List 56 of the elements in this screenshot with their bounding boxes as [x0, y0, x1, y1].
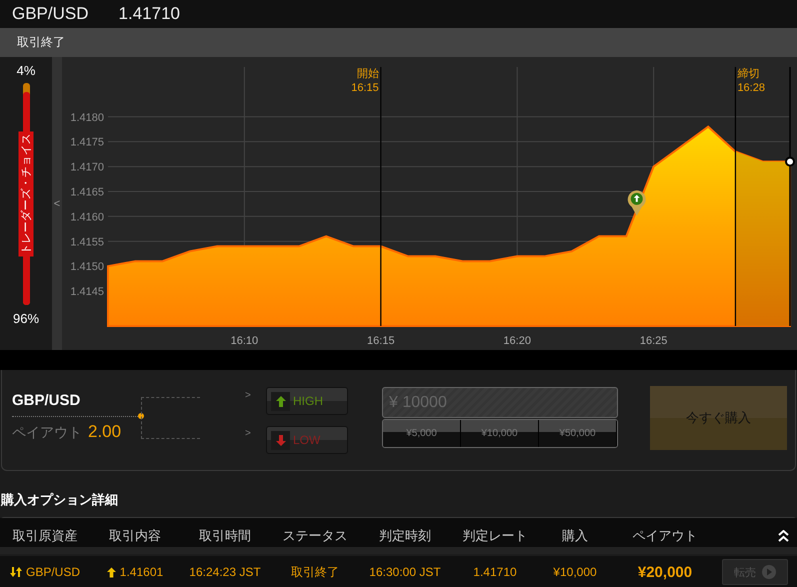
y-tick-label: 1.4170: [70, 162, 104, 174]
column-header: 取引時間: [199, 527, 251, 545]
column-header: 取引内容: [109, 527, 161, 545]
payout-value: 2.00: [88, 422, 122, 442]
play-icon: [762, 565, 776, 579]
section-title: 購入オプション詳細: [0, 491, 119, 509]
y-tick-label: 1.4150: [70, 261, 104, 274]
x-tick-label: 16:25: [640, 335, 668, 347]
table-cell: 1.41710: [473, 565, 517, 579]
collapse-icon[interactable]: [778, 530, 789, 542]
chevron: >: [245, 390, 251, 401]
entry-marker-icon: [628, 190, 646, 216]
y-tick-label: 1.4145: [70, 286, 104, 298]
table-cell: 1.41601: [120, 565, 164, 579]
swap-arrows-icon: [10, 567, 22, 577]
chevron: >: [245, 428, 251, 439]
y-tick-label: 1.4165: [70, 186, 104, 198]
current-price: 1.41710: [118, 4, 180, 24]
y-tick-label: 1.4175: [70, 136, 104, 149]
column-header: ステータス: [282, 527, 348, 545]
down-arrow-icon: [276, 434, 286, 446]
high-button[interactable]: HIGH: [266, 387, 348, 415]
column-header: 取引原資産: [12, 527, 78, 545]
column-header: 判定レート: [462, 527, 528, 545]
payout-label: ペイアウト: [12, 424, 82, 442]
table-cell: ¥20,000: [638, 564, 692, 580]
x-tick-label: 16:20: [503, 335, 531, 347]
preset-amount-button[interactable]: ¥50,000: [539, 420, 617, 447]
up-arrow-icon: [276, 396, 286, 406]
table-cell: ¥10,000: [553, 565, 597, 579]
x-tick-label: 16:15: [367, 335, 395, 347]
column-header: 購入: [562, 527, 588, 545]
start-time: 16:15: [351, 82, 379, 94]
table-cell: 16:30:00 JST: [369, 565, 441, 579]
preset-amount-button[interactable]: ¥10,000: [461, 420, 539, 447]
collapse-handle[interactable]: <: [52, 57, 62, 350]
status-text: 取引終了: [17, 34, 65, 51]
y-tick-label: 1.4160: [70, 211, 104, 224]
bracket-line: [141, 397, 200, 439]
start-label: 開始: [356, 68, 379, 80]
x-tick-label: 16:10: [230, 335, 258, 347]
preset-amount-button[interactable]: ¥5,000: [383, 420, 461, 447]
deadline-time: 16:28: [737, 82, 765, 94]
y-tick-label: 1.4155: [70, 236, 104, 248]
table-cell: 取引終了: [291, 564, 339, 580]
low-percent: 96%: [12, 311, 40, 326]
high-percent: 4%: [16, 63, 36, 78]
y-tick-label: 1.4180: [70, 112, 104, 124]
table-cell: 16:24:23 JST: [189, 565, 261, 579]
column-header: ペイアウト: [632, 527, 698, 545]
trader-choice-label: トレーダーズ・チョイス: [18, 132, 34, 256]
asset-symbol: GBP/USD: [12, 4, 89, 24]
table-cell: GBP/USD: [26, 565, 80, 579]
option-asset: GBP/USD: [12, 392, 80, 409]
deadline-label: 締切: [737, 68, 760, 80]
column-header: 判定時刻: [379, 527, 431, 545]
